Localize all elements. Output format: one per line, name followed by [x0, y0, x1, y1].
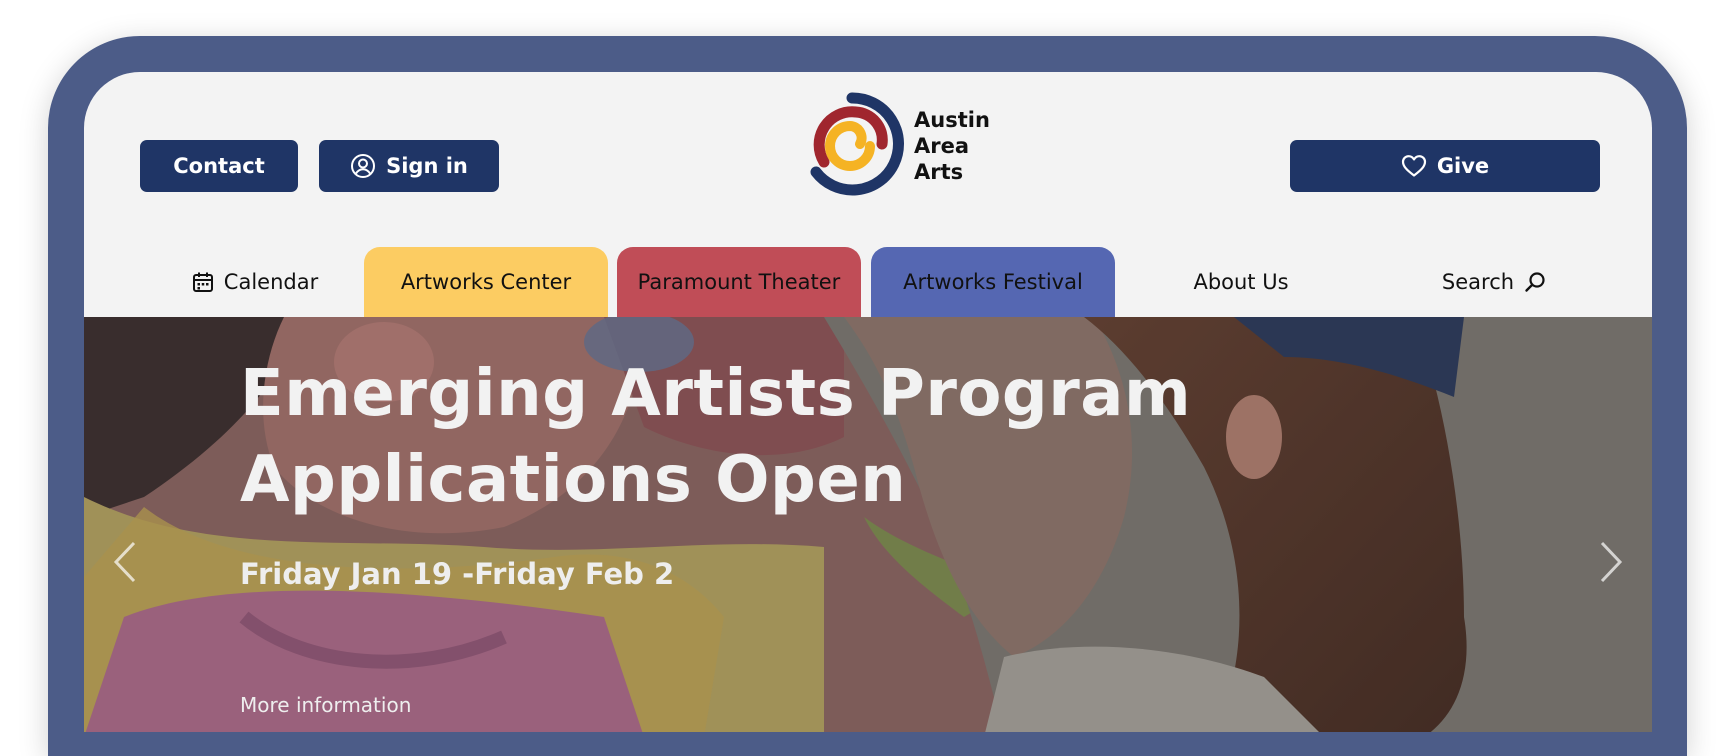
tab-paramount-theater[interactable]: Paramount Theater	[617, 247, 861, 317]
main-nav: Calendar Artworks Center Paramount Theat…	[84, 247, 1652, 317]
tab-artworks-center-label: Artworks Center	[400, 270, 572, 294]
nav-about-label: About Us	[1193, 270, 1289, 294]
nav-item-calendar[interactable]: Calendar	[180, 247, 330, 317]
hero-date: Friday Jan 19 -Friday Feb 2	[240, 557, 675, 591]
contact-button[interactable]: Contact	[140, 140, 298, 192]
tab-artworks-center[interactable]: Artworks Center	[364, 247, 608, 317]
hero-title-line-2: Applications Open	[240, 443, 907, 517]
more-information-link[interactable]: More information	[240, 693, 411, 717]
hero-carousel: Emerging Artists Program Applications Op…	[84, 317, 1652, 732]
contact-button-label: Contact	[173, 154, 265, 178]
sign-in-button[interactable]: Sign in	[319, 140, 499, 192]
logo-line-3: Arts	[914, 160, 964, 184]
logo-wordmark: Austin Area Arts	[914, 107, 990, 185]
sign-in-button-label: Sign in	[386, 154, 468, 178]
nav-item-about-us[interactable]: About Us	[1176, 247, 1306, 317]
tab-artworks-festival[interactable]: Artworks Festival	[871, 247, 1115, 317]
browser-viewport: Contact Sign in Austin Area Arts Give Ca…	[84, 72, 1652, 732]
logo-line-1: Austin	[914, 108, 990, 132]
site-logo[interactable]: Austin Area Arts	[800, 92, 990, 200]
tab-artworks-festival-label: Artworks Festival	[903, 270, 1083, 294]
nav-item-search[interactable]: Search	[1419, 247, 1569, 317]
nav-calendar-label: Calendar	[223, 270, 319, 294]
give-button-label: Give	[1436, 154, 1490, 178]
spiral-logo-icon	[800, 92, 904, 200]
nav-search-label: Search	[1441, 270, 1515, 294]
calendar-icon	[192, 271, 214, 293]
hero-title: Emerging Artists Program Applications Op…	[240, 351, 1191, 523]
hero-title-line-1: Emerging Artists Program	[240, 357, 1192, 431]
give-button[interactable]: Give	[1290, 140, 1600, 192]
heart-icon	[1401, 154, 1427, 178]
logo-line-2: Area	[914, 134, 970, 158]
search-icon	[1524, 271, 1546, 293]
chevron-left-icon[interactable]	[112, 539, 138, 592]
tab-paramount-theater-label: Paramount Theater	[637, 270, 841, 294]
user-circle-icon	[350, 153, 376, 179]
chevron-right-icon[interactable]	[1598, 539, 1624, 592]
